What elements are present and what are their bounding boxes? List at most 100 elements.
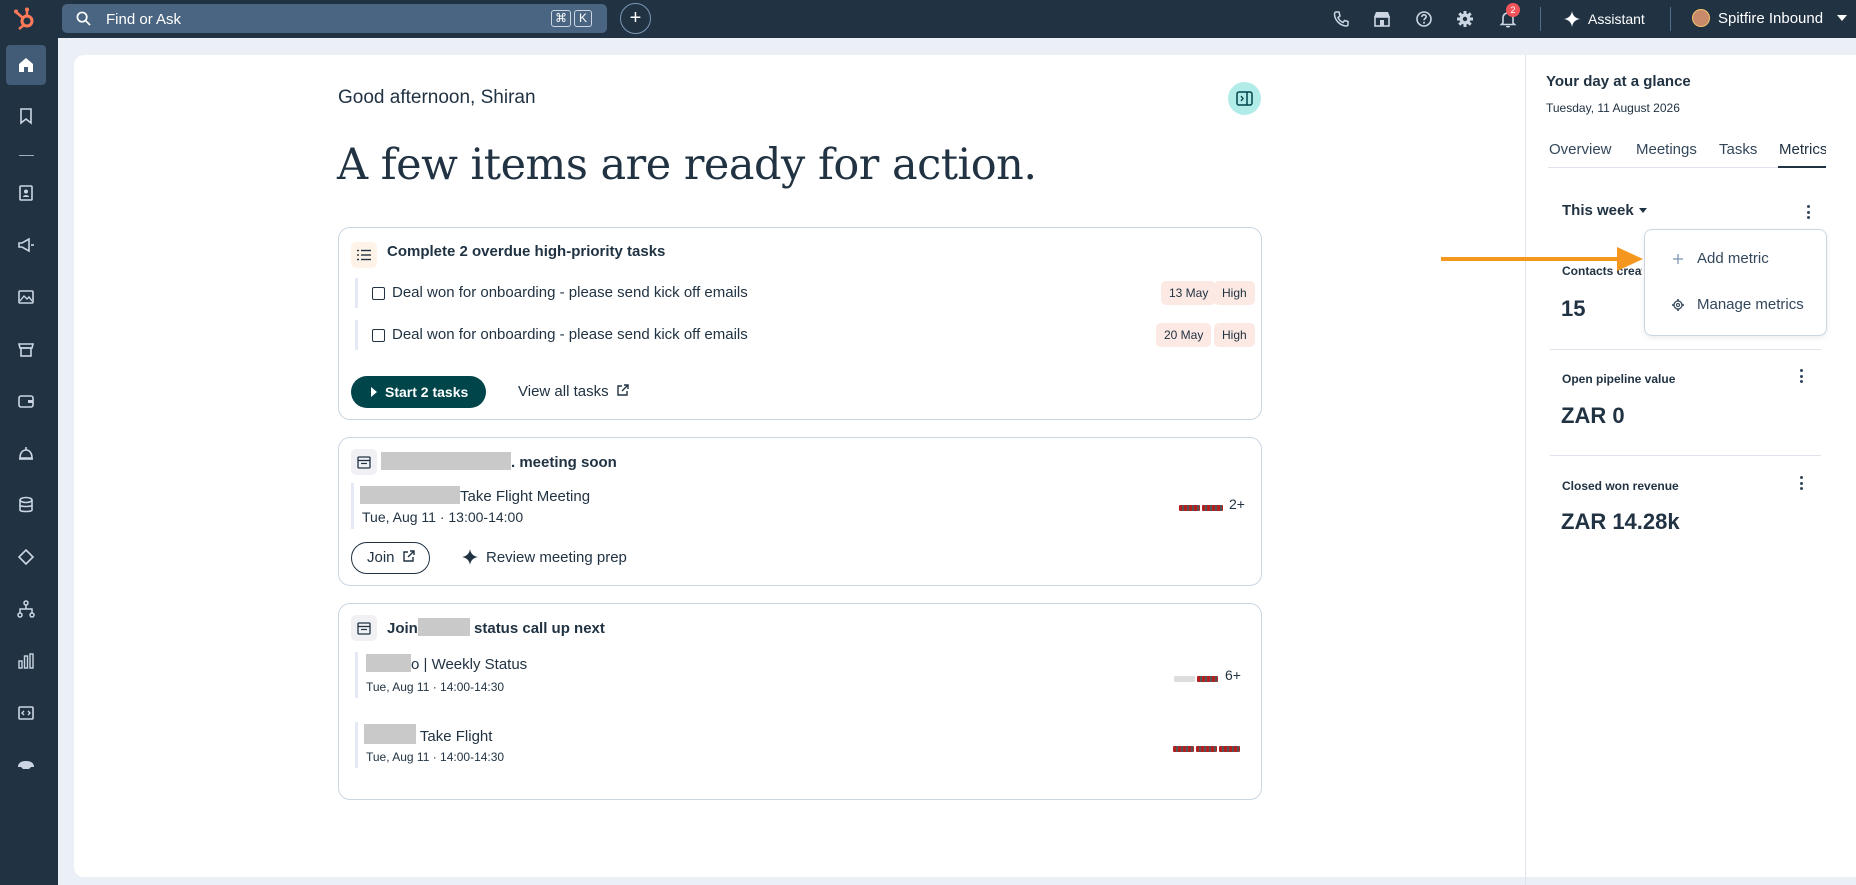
marketplace-icon[interactable] xyxy=(1372,9,1392,29)
view-all-tasks-link[interactable]: View all tasks xyxy=(518,383,629,400)
global-search-input[interactable]: Find or Ask ⌘ K xyxy=(62,4,607,33)
add-metric-menu-item[interactable]: Add metric xyxy=(1671,247,1769,271)
redacted-name xyxy=(360,486,460,504)
contacts-book-icon[interactable] xyxy=(16,183,36,203)
assistant-button[interactable]: Assistant xyxy=(1564,8,1645,30)
task-due-date: 13 May xyxy=(1161,281,1217,305)
metric-kebab-icon[interactable] xyxy=(1798,368,1804,384)
meeting-time: Tue, Aug 11 · 14:00-14:30 xyxy=(366,750,505,764)
metric-kebab-icon[interactable] xyxy=(1798,475,1804,491)
search-icon xyxy=(76,11,91,26)
attendee-logos xyxy=(1177,499,1223,511)
chevron-down-icon xyxy=(1837,15,1848,21)
day-glance-date: Tuesday, 11 August 2026 xyxy=(1546,101,1680,115)
metric-divider xyxy=(1550,349,1821,350)
developer-code-icon[interactable] xyxy=(16,703,36,723)
join-label: Join xyxy=(367,549,395,566)
join-meeting-button[interactable]: Join xyxy=(351,542,430,574)
external-link-icon xyxy=(616,384,629,396)
view-all-tasks-label: View all tasks xyxy=(518,383,609,400)
plus-icon xyxy=(1673,254,1683,264)
database-icon[interactable] xyxy=(16,495,36,515)
commerce-store-icon[interactable] xyxy=(16,339,36,359)
reporting-bar-chart-icon[interactable] xyxy=(16,651,36,671)
account-menu[interactable]: Spitfire Inbound xyxy=(1692,8,1848,30)
period-dropdown[interactable]: This week xyxy=(1562,202,1647,219)
start-tasks-button[interactable]: Start 2 tasks xyxy=(351,376,487,408)
meeting-card-title: . meeting soon xyxy=(381,452,617,471)
notification-count-badge: 2 xyxy=(1506,3,1520,17)
metrics-options-kebab-icon[interactable] xyxy=(1805,204,1811,220)
app-marketplace-icon[interactable] xyxy=(16,755,36,775)
assistant-label: Assistant xyxy=(1588,11,1645,27)
user-avatar xyxy=(1692,9,1710,27)
tasks-list-icon xyxy=(351,242,377,268)
sparkle-icon xyxy=(1564,11,1580,27)
upcoming-meeting-card: . meeting soon Take Flight Meeting Tue, … xyxy=(338,437,1262,586)
metrics-options-menu: Add metric Manage metrics xyxy=(1644,229,1827,336)
workflows-icon[interactable] xyxy=(16,599,36,619)
toggle-panel-button[interactable] xyxy=(1228,82,1261,115)
task-checkbox[interactable] xyxy=(372,329,385,342)
tab-metrics[interactable]: Metrics xyxy=(1779,141,1826,158)
status-call-title: Join status call up next xyxy=(387,618,605,637)
metric-value: ZAR 0 xyxy=(1561,403,1625,428)
hubspot-logo-icon[interactable] xyxy=(12,6,38,32)
meeting-row[interactable]: Take Flight Tue, Aug 11 · 14:00-14:30 xyxy=(355,722,1245,768)
metric-label: Open pipeline value xyxy=(1562,372,1676,386)
settings-gear-icon[interactable] xyxy=(1455,9,1475,29)
redacted-name xyxy=(366,654,411,672)
period-label: This week xyxy=(1562,202,1634,219)
task-row: Deal won for onboarding - please send ki… xyxy=(355,278,1255,308)
top-navigation-bar: Find or Ask ⌘ K + 2 Assistant Spitfire I… xyxy=(0,0,1856,38)
start-tasks-label: Start 2 tasks xyxy=(385,384,469,400)
day-glance-title: Your day at a glance xyxy=(1546,73,1691,90)
metric-value: 15 xyxy=(1561,296,1586,321)
page-headline: A few items are ready for action. xyxy=(337,140,1037,190)
meeting-row[interactable]: o | Weekly Status Tue, Aug 11 · 14:00-14… xyxy=(355,652,1245,698)
help-icon[interactable] xyxy=(1414,9,1434,29)
tab-overview[interactable]: Overview xyxy=(1549,141,1612,158)
status-call-card: Join status call up next o | Weekly Stat… xyxy=(338,603,1262,800)
content-image-icon[interactable] xyxy=(16,287,36,307)
create-new-button[interactable]: + xyxy=(620,3,651,34)
settings-gear-icon xyxy=(1672,299,1684,311)
task-text[interactable]: Deal won for onboarding - please send ki… xyxy=(392,284,748,301)
manage-metrics-menu-item[interactable]: Manage metrics xyxy=(1671,293,1804,317)
attendee-more-count: 6+ xyxy=(1225,667,1241,683)
phone-icon[interactable] xyxy=(1331,9,1351,29)
external-link-icon xyxy=(402,550,415,562)
tab-tasks[interactable]: Tasks xyxy=(1719,141,1757,158)
sales-diamond-icon[interactable] xyxy=(16,547,36,567)
task-due-date: 20 May xyxy=(1156,323,1212,347)
command-key-hint: ⌘ xyxy=(551,10,571,27)
task-text[interactable]: Deal won for onboarding - please send ki… xyxy=(392,326,748,343)
meeting-title: Take Flight Meeting xyxy=(360,486,590,505)
nav-divider xyxy=(19,155,34,156)
panel-toggle-icon xyxy=(1236,91,1253,106)
active-tab-indicator xyxy=(1778,166,1826,168)
annotation-arrow-head xyxy=(1617,247,1643,271)
account-name: Spitfire Inbound xyxy=(1718,10,1824,27)
metric-divider xyxy=(1550,455,1821,456)
meeting-time: Tue, Aug 11 · 13:00-14:00 xyxy=(362,509,524,525)
tab-meetings[interactable]: Meetings xyxy=(1636,141,1697,158)
task-priority-badge: High xyxy=(1214,281,1255,305)
wallet-icon[interactable] xyxy=(16,391,36,411)
task-row: Deal won for onboarding - please send ki… xyxy=(355,320,1255,350)
topbar-divider xyxy=(1540,7,1541,31)
metric-value: ZAR 14.28k xyxy=(1561,509,1680,534)
meeting-row[interactable]: Take Flight Meeting Tue, Aug 11 · 13:00-… xyxy=(351,483,1245,529)
service-bell-icon[interactable] xyxy=(16,443,36,463)
meeting-time: Tue, Aug 11 · 14:00-14:30 xyxy=(366,680,505,694)
k-key-hint: K xyxy=(574,10,592,27)
attendee-logos xyxy=(1172,670,1218,682)
review-meeting-prep-button[interactable]: Review meeting prep xyxy=(462,549,627,566)
task-checkbox[interactable] xyxy=(372,287,385,300)
redacted-name xyxy=(417,618,470,636)
left-navigation xyxy=(0,38,58,885)
marketing-megaphone-icon[interactable] xyxy=(16,235,36,255)
bookmark-icon[interactable] xyxy=(16,106,36,126)
caret-down-icon xyxy=(1638,208,1647,213)
attendee-more-count: 2+ xyxy=(1229,496,1245,512)
